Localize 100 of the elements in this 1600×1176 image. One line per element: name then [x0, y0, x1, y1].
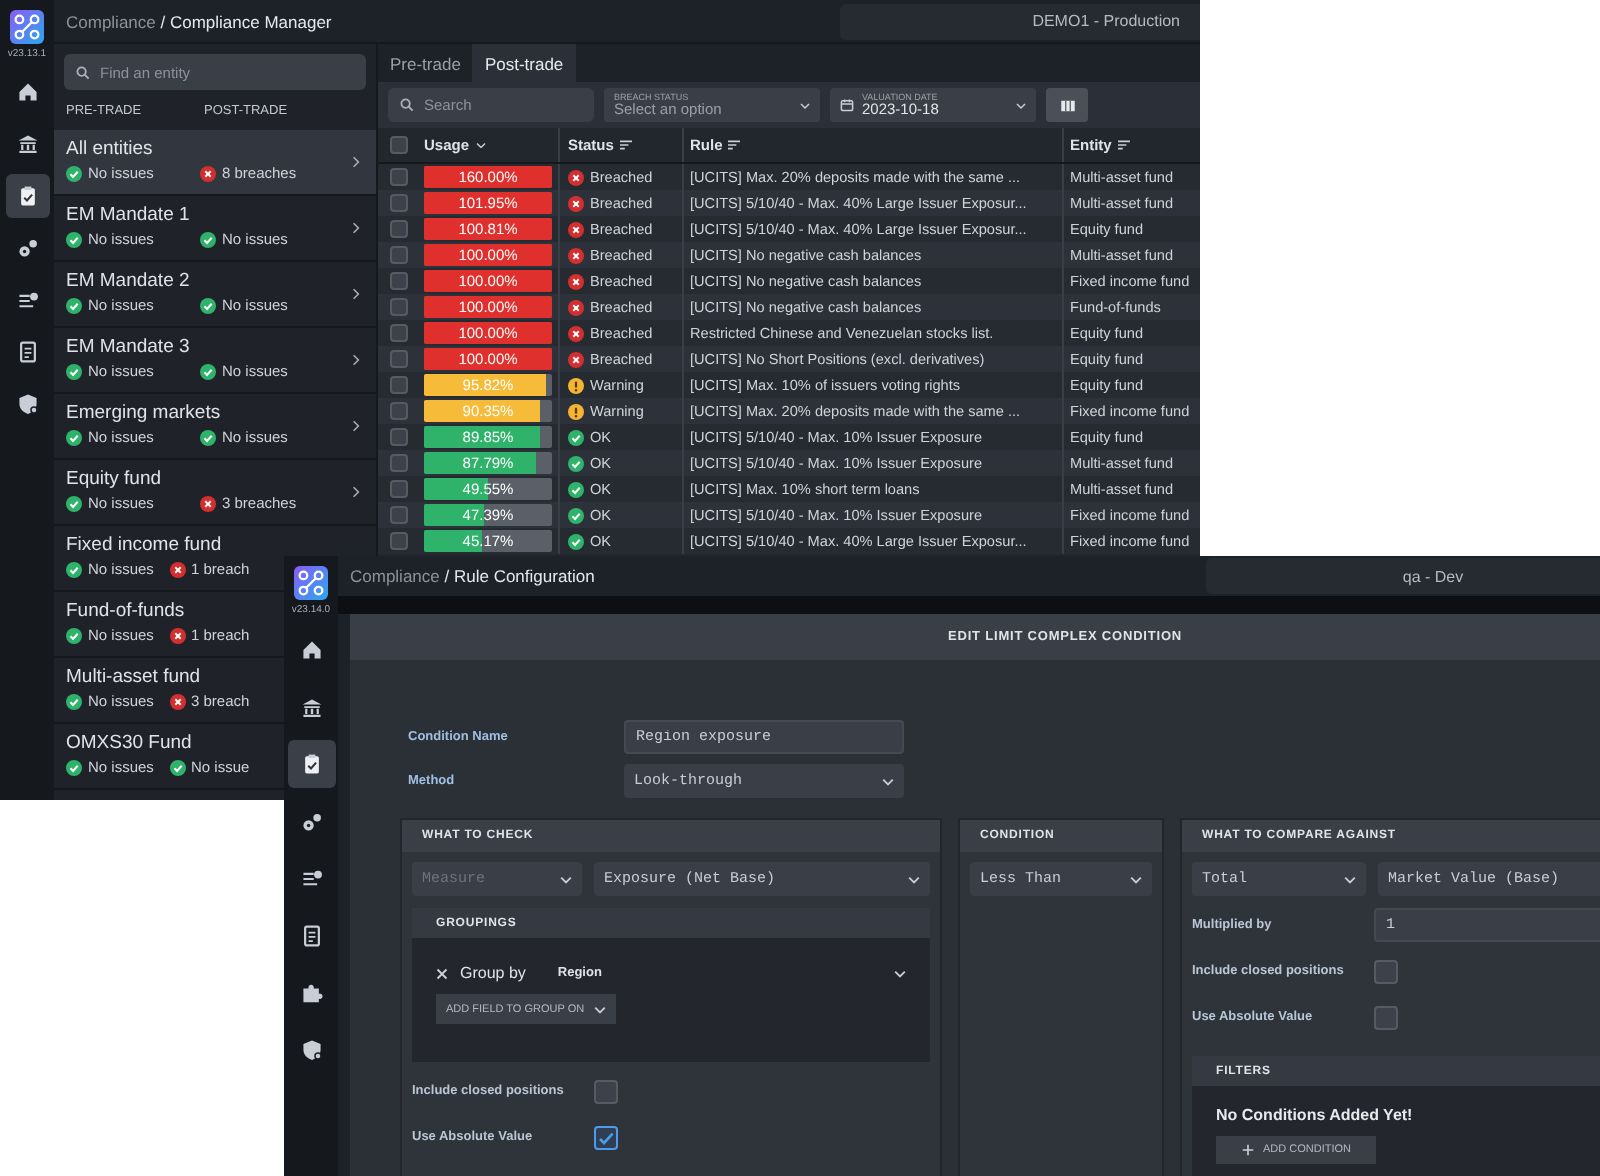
error-icon: [200, 165, 216, 181]
chevron-down-icon: [800, 101, 810, 109]
checkbox[interactable]: [390, 350, 408, 368]
warning-icon: [568, 377, 584, 393]
checkbox[interactable]: [390, 136, 408, 154]
check-circle-icon: [568, 533, 584, 549]
checkbox[interactable]: [390, 454, 408, 472]
check-circle-icon: [66, 297, 82, 313]
error-icon: [169, 561, 185, 577]
chevron-right-icon: [352, 222, 360, 234]
puzzle-icon: [299, 980, 323, 1004]
checkbox[interactable]: [594, 1125, 618, 1149]
checkbox[interactable]: [1374, 959, 1398, 983]
checkbox[interactable]: [390, 480, 408, 498]
chevron-down-icon: [1344, 875, 1356, 883]
shield-gear-icon: [299, 1037, 323, 1061]
checkbox[interactable]: [390, 428, 408, 446]
checkbox[interactable]: [390, 194, 408, 212]
environment-selector[interactable]: DEMO1 - Production: [840, 3, 1200, 39]
sort-icon[interactable]: [619, 140, 632, 150]
checkbox[interactable]: [390, 220, 408, 238]
field-label: Group by: [460, 964, 526, 982]
checkbox[interactable]: [390, 506, 408, 524]
breadcrumb: Compliance / Compliance Manager: [66, 11, 332, 31]
checkbox[interactable]: [390, 168, 408, 186]
clipboard-icon: [299, 752, 323, 776]
plus-icon: [1241, 1144, 1253, 1156]
home-icon: [15, 80, 39, 104]
check-circle-icon: [66, 429, 82, 445]
check-circle-icon: [66, 561, 82, 577]
chevron-down-icon: [594, 1005, 607, 1013]
gears-icon: [15, 236, 39, 260]
checkbox[interactable]: [390, 324, 408, 342]
checkbox[interactable]: [390, 272, 408, 290]
nav-button[interactable]: [287, 740, 335, 788]
bank-icon: [15, 132, 39, 156]
chevron-down-icon: [908, 875, 920, 883]
chevron-right-icon: [352, 288, 360, 300]
check-circle-icon: [568, 429, 584, 445]
gears-icon: [299, 809, 323, 833]
checkbox[interactable]: [390, 402, 408, 420]
search-icon: [400, 98, 414, 112]
error-icon: [568, 351, 584, 367]
check-circle-icon: [200, 297, 216, 313]
sort-icon[interactable]: [728, 140, 741, 150]
checkbox[interactable]: [390, 298, 408, 316]
error-icon: [169, 627, 185, 643]
checkbox[interactable]: [594, 1079, 618, 1103]
error-icon: [568, 169, 584, 185]
chevron-down-icon: [1130, 875, 1142, 883]
tab[interactable]: Post-trade: [472, 44, 576, 82]
chevron-down-icon: [1016, 101, 1026, 109]
bank-icon: [299, 695, 323, 719]
list-gear-icon: [299, 866, 323, 890]
breadcrumb: Compliance / Rule Configuration: [350, 566, 595, 586]
tab[interactable]: Pre-trade: [378, 44, 473, 82]
check-circle-icon: [568, 455, 584, 471]
error-icon: [568, 299, 584, 315]
chevron-right-icon: [352, 354, 360, 366]
nav-button[interactable]: [5, 174, 49, 218]
warning-icon: [568, 403, 584, 419]
sort-icon[interactable]: [1117, 140, 1130, 150]
empty-message: No Conditions Added Yet!: [1216, 1106, 1415, 1124]
home-icon: [299, 638, 323, 662]
document-icon: [299, 923, 323, 947]
check-circle-icon: [200, 429, 216, 445]
error-icon: [568, 221, 584, 237]
clipboard-icon: [15, 184, 39, 208]
error-icon: [568, 273, 584, 289]
environment-selector[interactable]: qa - Dev: [1206, 558, 1600, 594]
check-circle-icon: [200, 363, 216, 379]
shield-gear-icon: [15, 392, 39, 416]
chevron-down-icon: [894, 969, 906, 977]
chevron-right-icon: [352, 420, 360, 432]
check-circle-icon: [200, 231, 216, 247]
check-circle-icon: [66, 693, 82, 709]
checkbox[interactable]: [1374, 1005, 1398, 1029]
list-gear-icon: [15, 288, 39, 312]
chevron-right-icon: [352, 486, 360, 498]
check-circle-icon: [169, 759, 185, 775]
error-icon: [568, 247, 584, 263]
error-icon: [169, 693, 185, 709]
check-circle-icon: [66, 363, 82, 379]
chevron-down-icon: [560, 875, 572, 883]
columns-icon: [1059, 99, 1075, 111]
checkbox[interactable]: [390, 376, 408, 394]
document-icon: [15, 340, 39, 364]
checkbox[interactable]: [390, 246, 408, 264]
check-circle-icon: [66, 231, 82, 247]
app-logo[interactable]: [294, 566, 328, 600]
checkbox[interactable]: [390, 532, 408, 550]
chevron-down-icon: [475, 141, 486, 149]
app-logo[interactable]: [10, 10, 44, 44]
chevron-down-icon: [882, 777, 894, 785]
columns-button[interactable]: [1046, 88, 1088, 122]
check-circle-icon: [66, 165, 82, 181]
close-icon[interactable]: [436, 967, 448, 979]
chevron-right-icon: [352, 156, 360, 168]
search-icon: [76, 65, 90, 79]
check-circle-icon: [568, 481, 584, 497]
